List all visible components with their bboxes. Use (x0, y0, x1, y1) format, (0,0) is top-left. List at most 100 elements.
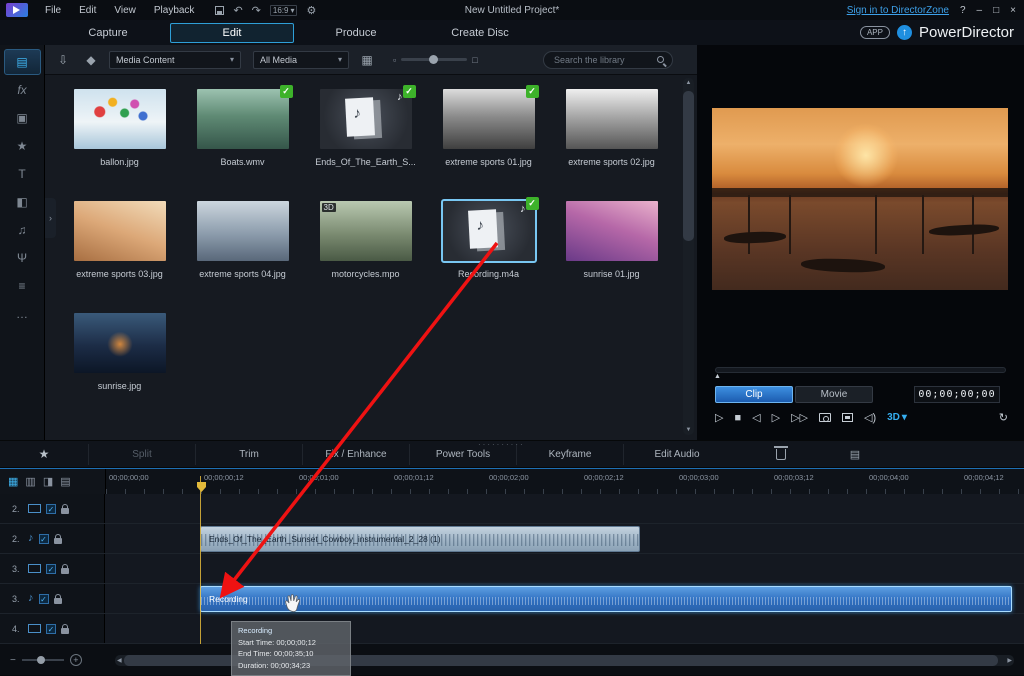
zoom-slider-thumb[interactable] (37, 656, 45, 664)
playhead-marker[interactable] (197, 482, 206, 492)
search-input[interactable] (552, 54, 652, 66)
track-enable-checkbox[interactable]: ✓ (46, 624, 56, 634)
tab-capture[interactable]: Capture (46, 23, 170, 43)
large-thumbnail-icon[interactable]: □ (472, 55, 477, 65)
previous-frame-button[interactable]: ◁ (752, 411, 760, 424)
lock-icon[interactable] (61, 508, 69, 514)
scroll-left-icon[interactable]: ◀ (117, 657, 122, 664)
zoom-in-icon[interactable]: + (70, 654, 82, 666)
minimize-button[interactable]: – (977, 5, 983, 16)
next-frame-button[interactable]: ▷ (772, 411, 780, 424)
undo-icon[interactable]: ↶ (233, 4, 242, 17)
range-select-icon[interactable]: ▥ (25, 475, 35, 488)
grid-view-icon[interactable]: ▦ (357, 53, 377, 67)
title-room-icon[interactable]: T (4, 161, 41, 187)
preview-seek-bar[interactable] (715, 367, 1006, 373)
menu-view[interactable]: View (105, 5, 145, 16)
track-enable-checkbox[interactable]: ✓ (46, 504, 56, 514)
track-view-icon[interactable]: ▤ (60, 475, 70, 488)
library-item[interactable]: sunrise 01.jpg (550, 193, 673, 305)
loop-playback-icon[interactable]: ↻ (999, 411, 1008, 424)
small-thumbnail-icon[interactable]: ▫ (393, 55, 396, 65)
subtitle-room-icon[interactable]: … (4, 301, 41, 327)
close-button[interactable]: × (1010, 5, 1016, 16)
timeline-clip-recording[interactable]: Recording (200, 586, 1012, 612)
timeline-ruler[interactable]: 00;00;00;00 00;00;00;12 00;00;01;00 00;0… (105, 469, 1024, 494)
zoom-out-icon[interactable]: − (10, 655, 16, 666)
media-room-icon[interactable]: ▤ (4, 49, 41, 75)
media-content-dropdown[interactable]: Media Content ▾ (109, 51, 241, 69)
timecode-display[interactable]: 00;00;00;00 (914, 386, 1000, 403)
library-vertical-scrollbar[interactable]: ▲ ▼ (683, 78, 694, 435)
scroll-right-icon[interactable]: ▶ (1007, 657, 1012, 664)
voiceover-room-icon[interactable]: Ψ (4, 245, 41, 271)
slider-thumb[interactable] (429, 55, 438, 64)
split-button[interactable]: Split (88, 444, 195, 465)
lock-icon[interactable] (54, 598, 62, 604)
library-item[interactable]: ✓ extreme sports 01.jpg (427, 81, 550, 193)
fast-forward-button[interactable]: ▷▷ (791, 411, 808, 424)
library-item-selected[interactable]: ✓ ♪ ♪ Recording.m4a (427, 193, 550, 305)
tab-edit[interactable]: Edit (170, 23, 294, 43)
panel-collapse-handle[interactable]: › (45, 198, 56, 238)
play-button[interactable]: ▷ (715, 411, 723, 424)
trim-button[interactable]: Trim (195, 444, 302, 465)
stop-button[interactable]: ■ (734, 412, 741, 424)
library-item[interactable]: extreme sports 04.jpg (181, 193, 304, 305)
movie-mode-button[interactable]: Movie (795, 386, 873, 403)
maximize-button[interactable]: □ (993, 5, 999, 16)
chapter-room-icon[interactable]: ≡ (4, 273, 41, 299)
library-item[interactable]: ✓ Boats.wmv (181, 81, 304, 193)
playhead-line[interactable] (200, 476, 201, 644)
tab-produce[interactable]: Produce (294, 23, 418, 43)
aspect-ratio-selector[interactable]: 16:9 ▾ (270, 5, 298, 16)
library-item[interactable]: sunrise.jpg (58, 305, 181, 417)
3d-display-button[interactable]: 3D ▾ (887, 412, 907, 423)
search-icon[interactable] (657, 56, 664, 63)
camera-icon[interactable] (819, 413, 831, 422)
thumbnail-size-slider[interactable] (401, 58, 467, 61)
video-track-lane[interactable] (105, 554, 1024, 583)
zoom-slider[interactable] (22, 659, 64, 661)
import-media-icon[interactable]: ⇩ (53, 53, 73, 67)
scrollbar-thumb[interactable] (683, 91, 694, 241)
menu-file[interactable]: File (36, 5, 70, 16)
library-item[interactable]: extreme sports 02.jpg (550, 81, 673, 193)
particle-room-icon[interactable]: ★ (4, 133, 41, 159)
clip-mode-button[interactable]: Clip (715, 386, 793, 403)
track-manager-icon[interactable]: ▦ (8, 475, 18, 488)
tab-create-disc[interactable]: Create Disc (418, 23, 542, 43)
library-menu-icon[interactable]: ◆ (81, 53, 101, 67)
video-track-lane[interactable] (105, 494, 1024, 523)
library-item[interactable]: ballon.jpg (58, 81, 181, 193)
volume-icon[interactable]: ◁) (864, 411, 876, 424)
fix-enhance-button[interactable]: Fix / Enhance (302, 444, 409, 465)
lock-icon[interactable] (61, 568, 69, 574)
lock-icon[interactable] (54, 538, 62, 544)
snapshot-icon[interactable] (842, 413, 853, 422)
keyframe-button[interactable]: Keyframe (516, 444, 623, 465)
trash-icon[interactable] (776, 449, 786, 460)
panel-drag-handle[interactable] (478, 440, 525, 449)
menu-playback[interactable]: Playback (145, 5, 204, 16)
lock-icon[interactable] (61, 628, 69, 634)
signin-directorzone-link[interactable]: Sign in to DirectorZone (847, 5, 949, 16)
snap-icon[interactable]: ◨ (43, 475, 53, 488)
redo-icon[interactable]: ↷ (252, 4, 261, 17)
upgrade-arrow-icon[interactable]: ↑ (897, 25, 912, 40)
edit-audio-button[interactable]: Edit Audio (623, 444, 730, 465)
list-view-icon[interactable]: ▤ (850, 448, 860, 461)
save-icon[interactable] (215, 6, 224, 15)
scroll-down-icon[interactable]: ▼ (683, 427, 694, 433)
audio-mixing-room-icon[interactable]: ♫ (4, 217, 41, 243)
help-button[interactable]: ? (960, 5, 966, 16)
transition-room-icon[interactable]: ◧ (4, 189, 41, 215)
timeline-clip-music[interactable]: Ends_Of_The_Earth_Sunset_Cowboy_instrume… (200, 526, 640, 552)
track-enable-checkbox[interactable]: ✓ (39, 534, 49, 544)
menu-edit[interactable]: Edit (70, 5, 105, 16)
scroll-up-icon[interactable]: ▲ (683, 80, 694, 86)
library-item[interactable]: ✓ ♪ ♪ Ends_Of_The_Earth_S... (304, 81, 427, 193)
effect-room-icon[interactable]: fx (4, 77, 41, 103)
settings-gear-icon[interactable]: ⚙ (306, 4, 316, 17)
track-enable-checkbox[interactable]: ✓ (46, 564, 56, 574)
